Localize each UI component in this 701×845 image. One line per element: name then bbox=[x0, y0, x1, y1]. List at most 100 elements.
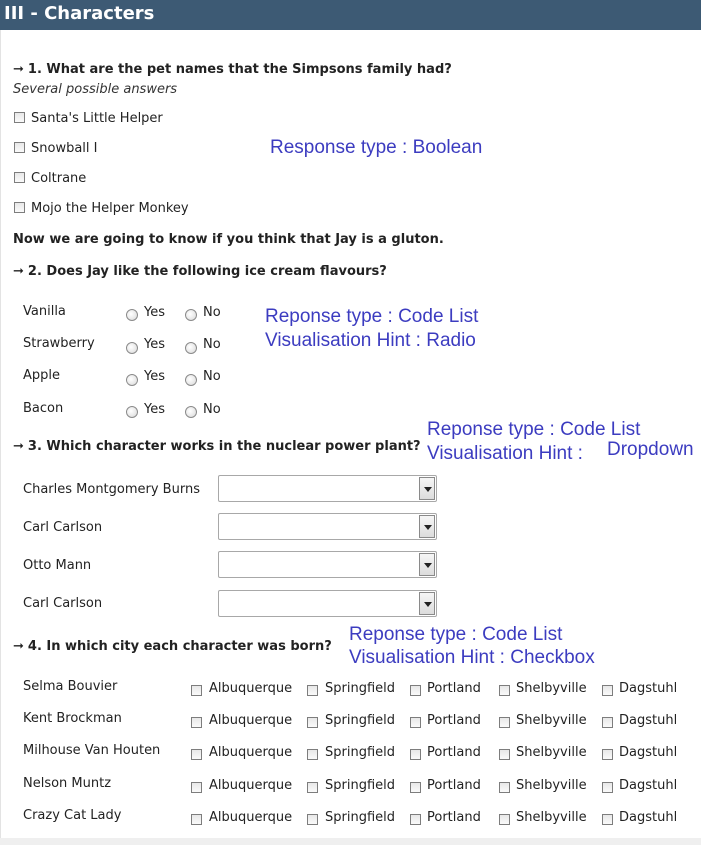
dropdown-q3-row-3[interactable] bbox=[218, 551, 437, 578]
question-3-text: 3. Which character works in the nuclear … bbox=[27, 439, 421, 454]
chevron-down-icon[interactable] bbox=[419, 592, 435, 615]
checkbox-q4-row-3-shelbyville[interactable] bbox=[499, 749, 510, 760]
checkbox-q4-row-3-portland[interactable] bbox=[410, 749, 421, 760]
checkbox-q4-row-4-dagstuhl[interactable] bbox=[602, 782, 613, 793]
q4-city-label: Dagstuhl bbox=[619, 713, 678, 728]
q1-option-label: Santa's Little Helper bbox=[31, 111, 163, 126]
checkbox-q4-row-3-dagstuhl[interactable] bbox=[602, 749, 613, 760]
chevron-down-icon[interactable] bbox=[419, 553, 435, 576]
q4-city-label: Albuquerque bbox=[209, 713, 293, 728]
q4-row-label: Kent Brockman bbox=[23, 711, 122, 726]
radio-vanilla-yes[interactable] bbox=[126, 309, 138, 321]
dropdown-q3-row-1[interactable] bbox=[218, 475, 437, 502]
checkbox-q1-option-1[interactable] bbox=[14, 112, 25, 123]
q4-city-label: Dagstuhl bbox=[619, 745, 678, 760]
radio-apple-no[interactable] bbox=[185, 374, 197, 386]
radio-bacon-yes[interactable] bbox=[126, 406, 138, 418]
question-4-text: 4. In which city each character was born… bbox=[27, 639, 332, 654]
checkbox-q4-row-3-albuquerque[interactable] bbox=[191, 749, 202, 760]
checkbox-q4-row-4-springfield[interactable] bbox=[307, 782, 318, 793]
question-2-title: ➞ 2. Does Jay like the following ice crea… bbox=[13, 264, 387, 279]
chevron-down-icon[interactable] bbox=[419, 515, 435, 538]
checkbox-q4-row-4-portland[interactable] bbox=[410, 782, 421, 793]
checkbox-q4-row-5-dagstuhl[interactable] bbox=[602, 814, 613, 825]
radio-no-label: No bbox=[203, 337, 221, 352]
q3-row-label: Carl Carlson bbox=[23, 596, 103, 611]
q3-row-label: Charles Montgomery Burns bbox=[23, 482, 200, 497]
dropdown-q3-row-2[interactable] bbox=[218, 513, 437, 540]
right-arrow-icon: ➞ bbox=[13, 264, 24, 279]
q4-city-label: Albuquerque bbox=[209, 681, 293, 696]
q2-row-label: Strawberry bbox=[23, 336, 95, 351]
checkbox-q4-row-2-albuquerque[interactable] bbox=[191, 717, 202, 728]
radio-apple-yes[interactable] bbox=[126, 374, 138, 386]
radio-strawberry-no[interactable] bbox=[185, 342, 197, 354]
checkbox-q1-option-2[interactable] bbox=[14, 142, 25, 153]
right-arrow-icon: ➞ bbox=[13, 439, 24, 454]
checkbox-q4-row-4-albuquerque[interactable] bbox=[191, 782, 202, 793]
q4-city-label: Albuquerque bbox=[209, 810, 293, 825]
radio-yes-label: Yes bbox=[144, 402, 165, 417]
checkbox-q4-row-5-portland[interactable] bbox=[410, 814, 421, 825]
radio-no-label: No bbox=[203, 369, 221, 384]
chevron-down-icon[interactable] bbox=[419, 477, 435, 500]
checkbox-q4-row-5-shelbyville[interactable] bbox=[499, 814, 510, 825]
question-1-subtitle: Several possible answers bbox=[13, 82, 178, 97]
radio-vanilla-no[interactable] bbox=[185, 309, 197, 321]
annotation-q1: Response type : Boolean bbox=[270, 137, 483, 158]
q4-row-label: Crazy Cat Lady bbox=[23, 808, 122, 823]
q4-row-label: Selma Bouvier bbox=[23, 679, 118, 694]
annotation-q4-line1: Reponse type : Code List bbox=[349, 624, 563, 645]
checkbox-q4-row-1-dagstuhl[interactable] bbox=[602, 685, 613, 696]
radio-strawberry-yes[interactable] bbox=[126, 342, 138, 354]
annotation-q3-line2a: Visualisation Hint : bbox=[427, 443, 583, 464]
q4-city-label: Albuquerque bbox=[209, 745, 293, 760]
q1-option-label: Coltrane bbox=[31, 171, 87, 186]
checkbox-q4-row-2-shelbyville[interactable] bbox=[499, 717, 510, 728]
q4-city-label: Portland bbox=[427, 745, 481, 760]
q2-row-label: Bacon bbox=[23, 401, 64, 416]
intro-text: Now we are going to know if you think th… bbox=[13, 232, 444, 247]
q2-row-label: Vanilla bbox=[23, 304, 66, 319]
radio-bacon-no[interactable] bbox=[185, 406, 197, 418]
checkbox-q1-option-3[interactable] bbox=[14, 172, 25, 183]
checkbox-q4-row-3-springfield[interactable] bbox=[307, 749, 318, 760]
section-title: III - Characters bbox=[4, 3, 155, 24]
q1-option-label: Snowball I bbox=[31, 141, 98, 156]
q4-city-label: Portland bbox=[427, 681, 481, 696]
q2-row-label: Apple bbox=[23, 368, 61, 383]
q4-city-label: Portland bbox=[427, 810, 481, 825]
q4-city-label: Portland bbox=[427, 778, 481, 793]
checkbox-q4-row-2-portland[interactable] bbox=[410, 717, 421, 728]
q4-city-label: Dagstuhl bbox=[619, 778, 678, 793]
q4-city-label: Shelbyville bbox=[516, 681, 587, 696]
radio-no-label: No bbox=[203, 305, 221, 320]
question-1-text: 1. What are the pet names that the Simps… bbox=[27, 62, 452, 77]
question-1-title: ➞ 1. What are the pet names that the Simp… bbox=[13, 62, 452, 77]
q3-row-label: Carl Carlson bbox=[23, 520, 103, 535]
annotation-q3-line1: Reponse type : Code List bbox=[427, 419, 641, 440]
annotation-q4-line2: Visualisation Hint : Checkbox bbox=[349, 647, 595, 668]
radio-no-label: No bbox=[203, 402, 221, 417]
annotation-q3-line2b: Dropdown bbox=[607, 439, 694, 460]
question-2-text: 2. Does Jay like the following ice cream… bbox=[27, 264, 387, 279]
checkbox-q4-row-1-shelbyville[interactable] bbox=[499, 685, 510, 696]
annotation-q2-line2: Visualisation Hint : Radio bbox=[265, 330, 476, 351]
radio-yes-label: Yes bbox=[144, 337, 165, 352]
q4-city-label: Shelbyville bbox=[516, 778, 587, 793]
radio-yes-label: Yes bbox=[144, 369, 165, 384]
q4-row-label: Nelson Muntz bbox=[23, 776, 112, 791]
section-header: III - Characters bbox=[0, 0, 701, 30]
checkbox-q4-row-2-dagstuhl[interactable] bbox=[602, 717, 613, 728]
checkbox-q4-row-5-albuquerque[interactable] bbox=[191, 814, 202, 825]
checkbox-q4-row-1-springfield[interactable] bbox=[307, 685, 318, 696]
q4-city-label: Shelbyville bbox=[516, 745, 587, 760]
dropdown-q3-row-4[interactable] bbox=[218, 590, 437, 617]
checkbox-q4-row-4-shelbyville[interactable] bbox=[499, 782, 510, 793]
checkbox-q4-row-1-portland[interactable] bbox=[410, 685, 421, 696]
checkbox-q4-row-1-albuquerque[interactable] bbox=[191, 685, 202, 696]
q4-city-label: Springfield bbox=[325, 681, 396, 696]
checkbox-q4-row-5-springfield[interactable] bbox=[307, 814, 318, 825]
checkbox-q4-row-2-springfield[interactable] bbox=[307, 717, 318, 728]
checkbox-q1-option-4[interactable] bbox=[14, 202, 25, 213]
